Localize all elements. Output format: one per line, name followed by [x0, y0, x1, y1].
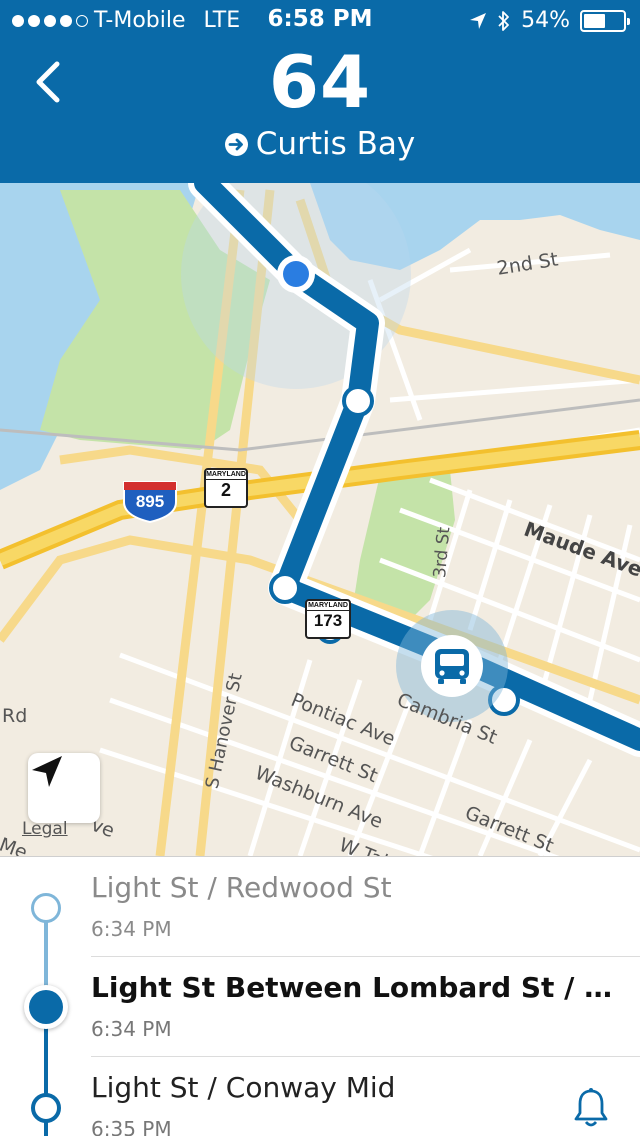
- destination-label: Curtis Bay: [255, 126, 416, 162]
- street-label: Rd: [2, 705, 28, 727]
- stop-name: Light St / Redwood St: [91, 871, 392, 904]
- stop-time: 6:34 PM: [91, 1017, 172, 1041]
- interstate-number: 895: [136, 492, 164, 511]
- stop-time: 6:35 PM: [91, 1117, 172, 1136]
- location-arrow-icon: [470, 12, 487, 29]
- legal-link[interactable]: Legal: [22, 819, 68, 839]
- route-destination: Curtis Bay: [0, 126, 640, 162]
- stop-node-upcoming: [31, 1093, 61, 1123]
- stop-item[interactable]: Light St / Conway Mid 6:35 PM: [0, 1057, 640, 1136]
- shield-state-label: MARYLAND: [206, 471, 246, 480]
- status-right: 54%: [469, 8, 630, 33]
- route-number: 64: [268, 40, 372, 124]
- status-bar: T-Mobile LTE 6:58 PM 54%: [0, 0, 640, 40]
- shield-state-label: MARYLAND: [307, 602, 349, 611]
- stop-list: Light St / Redwood St 6:34 PM Light St B…: [0, 856, 640, 1136]
- stop-node-past: [31, 893, 61, 923]
- interstate-shield: 895: [123, 481, 177, 524]
- stop-name: Light St Between Lombard St / P...: [91, 971, 621, 1004]
- stop-alert-button[interactable]: [572, 1087, 610, 1133]
- bell-icon: [574, 1088, 608, 1127]
- stop-time: 6:34 PM: [91, 917, 172, 941]
- route-map[interactable]: 895 2nd St 3rd St Maude Ave S Hanover St…: [0, 183, 640, 856]
- battery-percent: 54%: [521, 8, 570, 33]
- arrow-right-circle-icon: [224, 132, 248, 156]
- bluetooth-icon: [498, 10, 509, 31]
- stop-node-current-fill: [29, 990, 63, 1024]
- shield-number: 2: [220, 480, 231, 500]
- current-location-button[interactable]: [28, 753, 100, 823]
- route-stop-marker[interactable]: [269, 572, 301, 604]
- header-bar: T-Mobile LTE 6:58 PM 54% 64 Curtis Bay: [0, 0, 640, 183]
- maryland-route-2-shield: MARYLAND 2: [204, 468, 248, 508]
- bus-icon: [435, 649, 469, 684]
- shield-number: 173: [313, 611, 343, 630]
- stop-item[interactable]: Light St / Redwood St 6:34 PM: [0, 857, 640, 957]
- location-arrow-icon: [32, 756, 62, 787]
- maryland-route-173-shield: MARYLAND 173: [305, 599, 351, 639]
- route-stop-marker[interactable]: [342, 385, 374, 417]
- battery-icon: [580, 9, 630, 32]
- stop-name: Light St / Conway Mid: [91, 1071, 396, 1104]
- stop-item[interactable]: Light St Between Lombard St / P... 6:34 …: [0, 957, 640, 1057]
